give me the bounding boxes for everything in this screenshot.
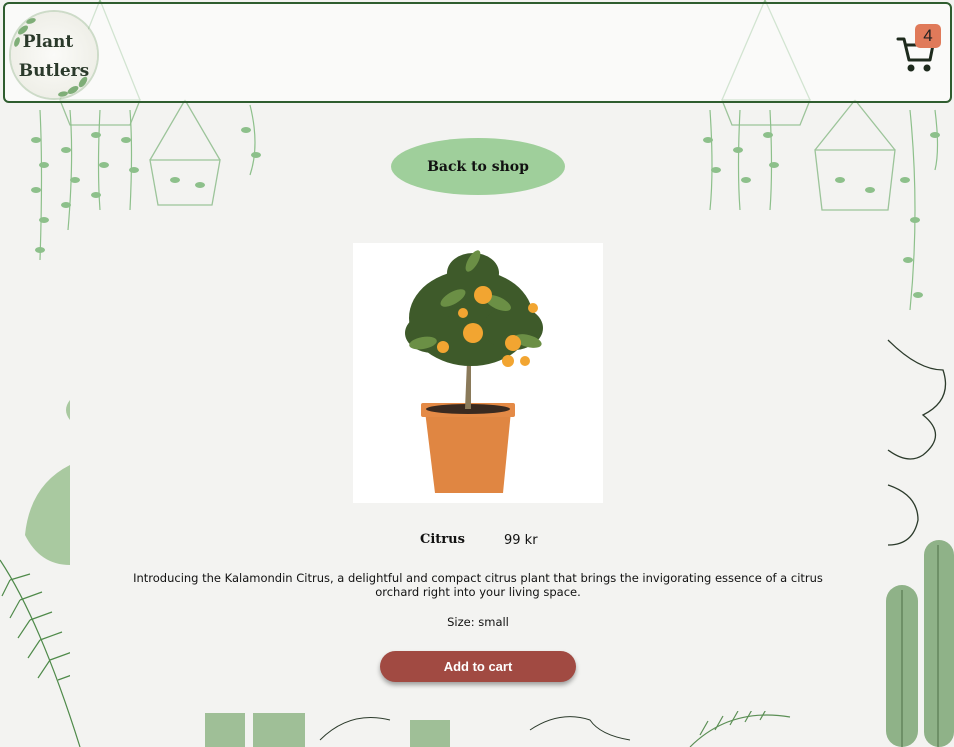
product-description: Introducing the Kalamondin Citrus, a del…	[133, 571, 823, 599]
product-price: 99 kr	[504, 533, 538, 548]
site-header: Plant Butlers 4	[3, 2, 952, 103]
product-image	[353, 243, 603, 503]
cart-button[interactable]: 4	[896, 24, 944, 76]
logo[interactable]: Plant Butlers	[11, 12, 97, 98]
citrus-tree-image	[405, 250, 543, 493]
cart-count-badge: 4	[915, 24, 941, 48]
product-card: Citrus 99 kr Introducing the Kalamondin …	[70, 211, 886, 711]
logo-text-line2: Butlers	[18, 61, 90, 81]
leaf-wreath-icon	[14, 18, 88, 97]
product-name: Citrus	[420, 532, 465, 547]
add-to-cart-button[interactable]: Add to cart	[380, 651, 576, 682]
product-size: Size: small	[447, 615, 509, 629]
back-to-shop-button[interactable]: Back to shop	[391, 138, 565, 195]
logo-text-line1: Plant	[22, 32, 74, 52]
